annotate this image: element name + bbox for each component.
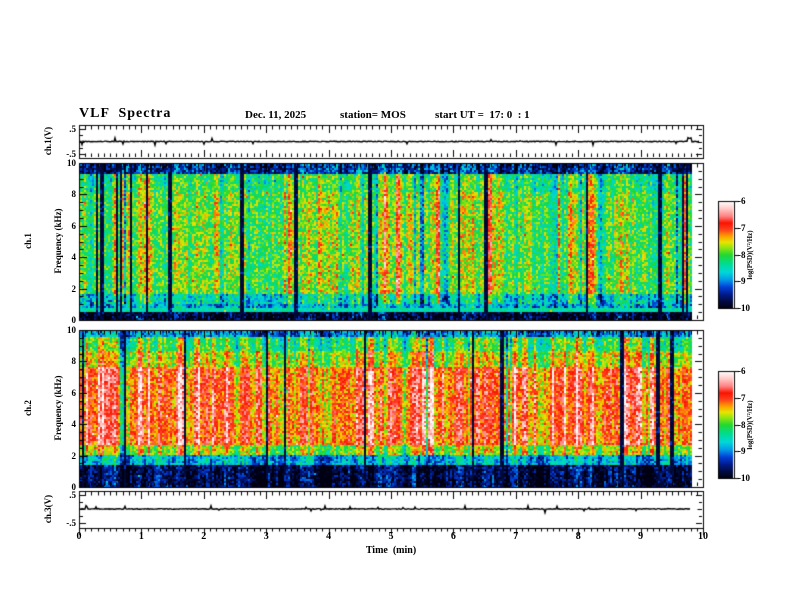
x-tick-label: 0 bbox=[76, 531, 82, 542]
frequency-tick-label: 2 bbox=[71, 283, 77, 294]
x-tick-label: 10 bbox=[698, 531, 708, 542]
x-tick-label: 4 bbox=[326, 531, 332, 542]
x-tick-label: 7 bbox=[513, 531, 519, 542]
x-axis-title: Time (min) bbox=[365, 545, 417, 556]
frequency-tick-label: 4 bbox=[71, 252, 77, 263]
colorbar-tick-label: -10 bbox=[738, 303, 750, 313]
frequency-tick-label: 6 bbox=[71, 387, 77, 398]
colorbar-tick-label: -8 bbox=[738, 249, 746, 260]
colorbar-tick-label: -9 bbox=[738, 446, 746, 457]
axis-label-line: Frequency (kHz) bbox=[53, 375, 63, 441]
x-tick-label: 1 bbox=[138, 531, 144, 542]
figure-start-ut: start UT = 17: 0 : 1 bbox=[435, 109, 530, 121]
frequency-tick-label: 2 bbox=[71, 450, 77, 461]
frequency-tick-label: 8 bbox=[71, 189, 77, 200]
ch2-frequency-axis-label: ch.2 Frequency (kHz) bbox=[3, 375, 83, 440]
colorbar-tick-label: -9 bbox=[738, 276, 746, 287]
frequency-tick-label: 0 bbox=[71, 315, 77, 325]
colorbar2-label: log(PSD)(V²/Hz) bbox=[746, 400, 754, 450]
colorbar-tick-label: -6 bbox=[738, 366, 746, 376]
figure-station: station= MOS bbox=[340, 109, 406, 121]
figure-date: Dec. 11, 2025 bbox=[245, 109, 307, 121]
frequency-tick-label: 4 bbox=[71, 419, 77, 430]
x-tick-label: 9 bbox=[638, 531, 644, 542]
voltage-tick-label: -.5 bbox=[66, 149, 76, 160]
colorbar1-label: log(PSD)(V²/Hz) bbox=[746, 230, 754, 280]
x-tick-label: 5 bbox=[388, 531, 394, 542]
x-tick-label: 6 bbox=[450, 531, 456, 542]
colorbar-tick-label: -7 bbox=[738, 392, 746, 403]
voltage-tick-label: .5 bbox=[69, 490, 76, 501]
x-tick-label: 2 bbox=[201, 531, 207, 542]
colorbar-tick-label: -8 bbox=[738, 419, 746, 430]
spectra-plot-canvas bbox=[0, 0, 792, 612]
colorbar-tick-label: -6 bbox=[738, 196, 746, 206]
axis-label-line: ch.2 bbox=[23, 400, 33, 416]
axis-label-line: Frequency (kHz) bbox=[53, 208, 63, 274]
voltage-tick-label: .5 bbox=[69, 123, 76, 134]
figure-title: VLF Spectra bbox=[79, 106, 172, 121]
frequency-tick-label: 10 bbox=[67, 325, 76, 335]
frequency-tick-label: 6 bbox=[71, 220, 77, 231]
ch1-frequency-axis-label: ch.1 Frequency (kHz) bbox=[3, 208, 83, 273]
frequency-tick-label: 10 bbox=[67, 158, 76, 168]
voltage-tick-label: -.5 bbox=[66, 517, 76, 528]
x-tick-label: 8 bbox=[575, 531, 581, 542]
frequency-tick-label: 8 bbox=[71, 356, 77, 367]
colorbar-tick-label: -7 bbox=[738, 222, 746, 233]
colorbar-tick-label: -10 bbox=[738, 473, 750, 483]
x-tick-label: 3 bbox=[263, 531, 269, 542]
vlf-spectra-figure: VLF Spectra Dec. 11, 2025 station= MOS s… bbox=[0, 0, 792, 612]
axis-label-line: ch.1 bbox=[23, 233, 33, 249]
